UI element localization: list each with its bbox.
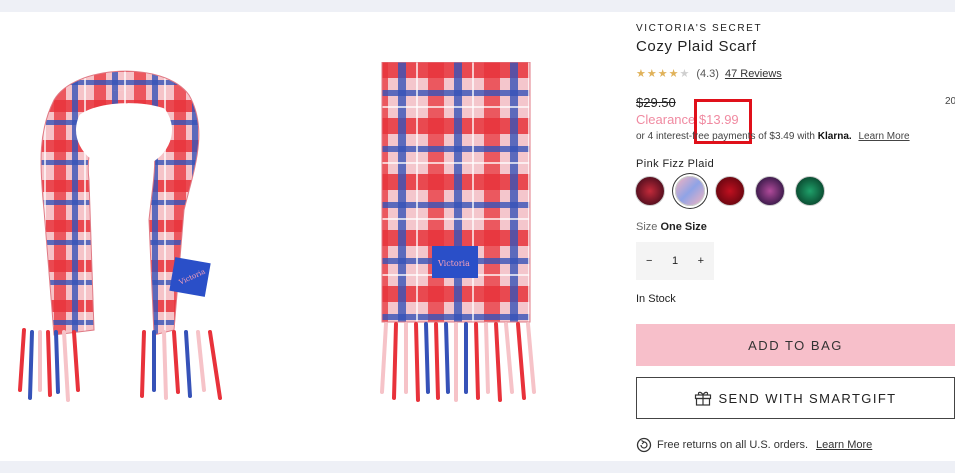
gift-icon	[695, 391, 712, 406]
color-swatches	[635, 176, 825, 206]
rating-row: ★★★★★ (4.3) 47 Reviews	[636, 67, 782, 81]
free-returns-row: Free returns on all U.S. orders. Learn M…	[636, 437, 872, 453]
original-price: $29.50	[636, 95, 676, 110]
sale-price-line: Clearance $13.99	[636, 112, 739, 127]
klarna-learn-more-link[interactable]: Learn More	[858, 131, 909, 142]
returns-learn-more-link[interactable]: Learn More	[816, 439, 872, 451]
quantity-value: 1	[671, 255, 679, 267]
send-with-smartgift-button[interactable]: SEND WITH SMARTGIFT	[636, 377, 955, 419]
add-to-bag-button[interactable]: ADD TO BAG	[636, 324, 955, 366]
color-swatch-green-plaid[interactable]	[795, 176, 825, 206]
plus-icon[interactable]: +	[698, 255, 704, 267]
color-swatch-red-plaid[interactable]	[715, 176, 745, 206]
rating-value: (4.3)	[696, 67, 719, 80]
product-title: Cozy Plaid Scarf	[636, 38, 757, 55]
clearance-label: Clearance	[636, 112, 696, 127]
color-swatch-burgundy-plaid[interactable]	[635, 176, 665, 206]
scarf-flat-illustration: Victoria	[380, 61, 536, 402]
quantity-stepper: − 1 +	[636, 242, 714, 280]
size-row: Size One Size	[636, 221, 707, 233]
product-image-wrapped[interactable]: Victoria	[14, 60, 236, 406]
klarna-text: or 4 interest-free payments of $3.49 wit…	[636, 131, 815, 142]
svg-text:Victoria: Victoria	[437, 259, 470, 268]
smartgift-label: SEND WITH SMARTGIFT	[718, 390, 897, 406]
reviews-link[interactable]: 47 Reviews	[725, 68, 782, 80]
sale-price: $13.99	[698, 112, 739, 127]
size-value: One Size	[660, 221, 707, 233]
stock-status: In Stock	[636, 293, 676, 305]
returns-text: Free returns on all U.S. orders.	[657, 439, 809, 451]
product-page: Victoria Victoria VICTORIA'S SECRET Cozy…	[0, 12, 955, 461]
brand-name: VICTORIA'S SECRET	[636, 23, 763, 34]
size-label: Size	[636, 221, 658, 233]
klarna-logo: Klarna.	[817, 131, 852, 142]
color-swatch-pink-fizz-plaid[interactable]	[675, 176, 705, 206]
returns-icon	[636, 437, 652, 453]
klarna-installments: or 4 interest-free payments of $3.49 wit…	[636, 131, 910, 142]
scarf-wrapped-illustration: Victoria	[18, 70, 222, 402]
product-image-flat[interactable]: Victoria	[372, 61, 544, 408]
truncated-text: 20	[945, 96, 955, 107]
minus-icon[interactable]: −	[646, 255, 652, 267]
color-swatch-purple-plaid[interactable]	[755, 176, 785, 206]
selected-color-name: Pink Fizz Plaid	[636, 158, 715, 170]
star-rating-icon: ★★★★★	[636, 68, 691, 80]
